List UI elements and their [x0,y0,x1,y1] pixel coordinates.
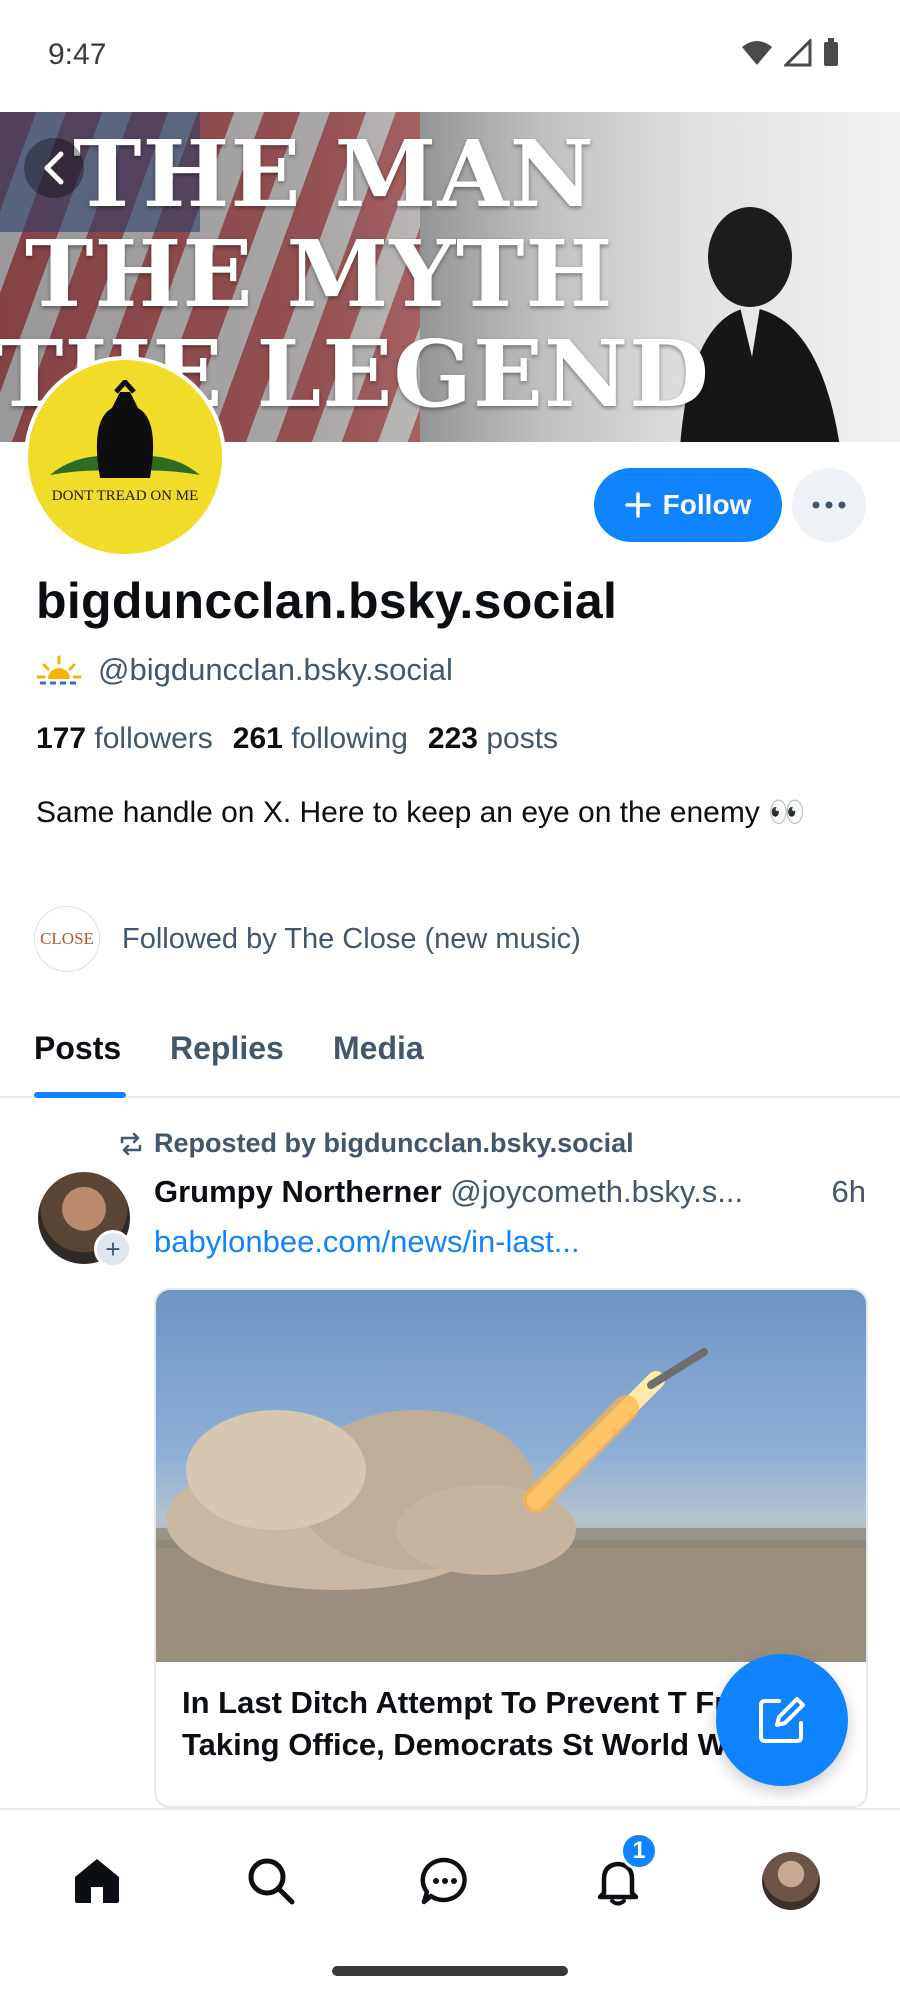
signal-icon [784,39,812,67]
profile-handle: @bigduncclan.bsky.social [98,652,453,687]
battery-icon [824,38,838,66]
bottom-navigation: 1 [0,1808,900,1948]
followers-label: followers [94,722,213,755]
ellipsis-icon [812,501,846,509]
sunrise-icon [36,655,82,685]
chat-bubble-icon [420,1857,467,1905]
profile-bio: Same handle on X. Here to keep an eye on… [36,796,806,829]
profile-avatar[interactable]: DONT TREAD ON ME [24,356,226,558]
back-button[interactable] [24,138,84,198]
trash-bag-icon [50,380,200,478]
banner-line-1: THE MAN [73,120,595,228]
tab-posts[interactable]: Posts [34,1030,121,1067]
search-icon [248,1858,295,1905]
handle-row: @bigduncclan.bsky.social [36,652,453,688]
status-time: 9:47 [48,38,107,71]
status-icons [740,38,840,68]
nav-chat[interactable] [410,1846,480,1916]
profile-stats: 177 followers 261 following 223 posts [36,722,558,756]
posts-count: 223 [427,722,478,755]
chevron-left-icon [44,151,64,185]
profile-tabs: Posts Replies Media [0,1018,900,1098]
plus-icon [624,492,651,518]
compose-icon [759,1697,805,1743]
following-label: following [291,722,408,755]
followers-count: 177 [36,722,87,755]
post-link[interactable]: babylonbee.com/news/in-last... [154,1224,580,1260]
tab-replies[interactable]: Replies [170,1030,284,1067]
tab-media[interactable]: Media [333,1030,424,1067]
posts-stat: 223 posts [428,722,558,756]
compose-button[interactable] [716,1654,848,1786]
follow-button[interactable]: Follow [594,468,782,542]
more-options-button[interactable] [792,468,866,542]
posts-label: posts [486,722,559,755]
post-header: Grumpy Northerner @joycometh.bsky.s... [154,1174,870,1210]
followed-by-avatar: CLOSE [34,906,100,972]
banner-line-2: THE MYTH [25,220,614,328]
repost-label: Reposted by bigduncclan.bsky.social [154,1128,634,1158]
status-bar: 9:47 [0,0,900,112]
post-author-handle[interactable]: @joycometh.bsky.s... [450,1174,743,1209]
repost-indicator[interactable]: Reposted by bigduncclan.bsky.social [118,1128,634,1159]
home-icon [75,1859,119,1903]
post-timestamp: 6h [827,1174,866,1210]
wifi-icon [742,41,772,65]
followers-stat[interactable]: 177 followers [36,722,213,756]
followed-by-avatar-text: CLOSE [40,929,94,948]
avatar-caption: DONT TREAD ON ME [51,488,199,504]
follow-label: Follow [662,489,752,520]
repost-icon [120,1132,142,1155]
active-tab-indicator [34,1092,126,1098]
followed-by-row[interactable]: CLOSE Followed by The Close (new music) [34,906,581,972]
link-preview-image [156,1290,866,1662]
nav-home[interactable] [62,1846,132,1916]
missile-launch-image [156,1348,866,1662]
notification-badge: 1 [620,1832,658,1870]
user-avatar [762,1852,820,1910]
following-stat[interactable]: 261 following [233,722,408,756]
followed-by-text: Followed by The Close (new music) [122,922,581,955]
nav-profile[interactable] [756,1846,826,1916]
post-author-name[interactable]: Grumpy Northerner [154,1174,442,1209]
follow-author-plus-icon[interactable]: + [94,1230,132,1268]
display-name: bigduncclan.bsky.social [36,573,618,629]
avatar-image: DONT TREAD ON ME [28,360,222,554]
nav-search[interactable] [236,1846,306,1916]
following-count: 261 [232,722,283,755]
home-indicator[interactable] [332,1966,568,1976]
